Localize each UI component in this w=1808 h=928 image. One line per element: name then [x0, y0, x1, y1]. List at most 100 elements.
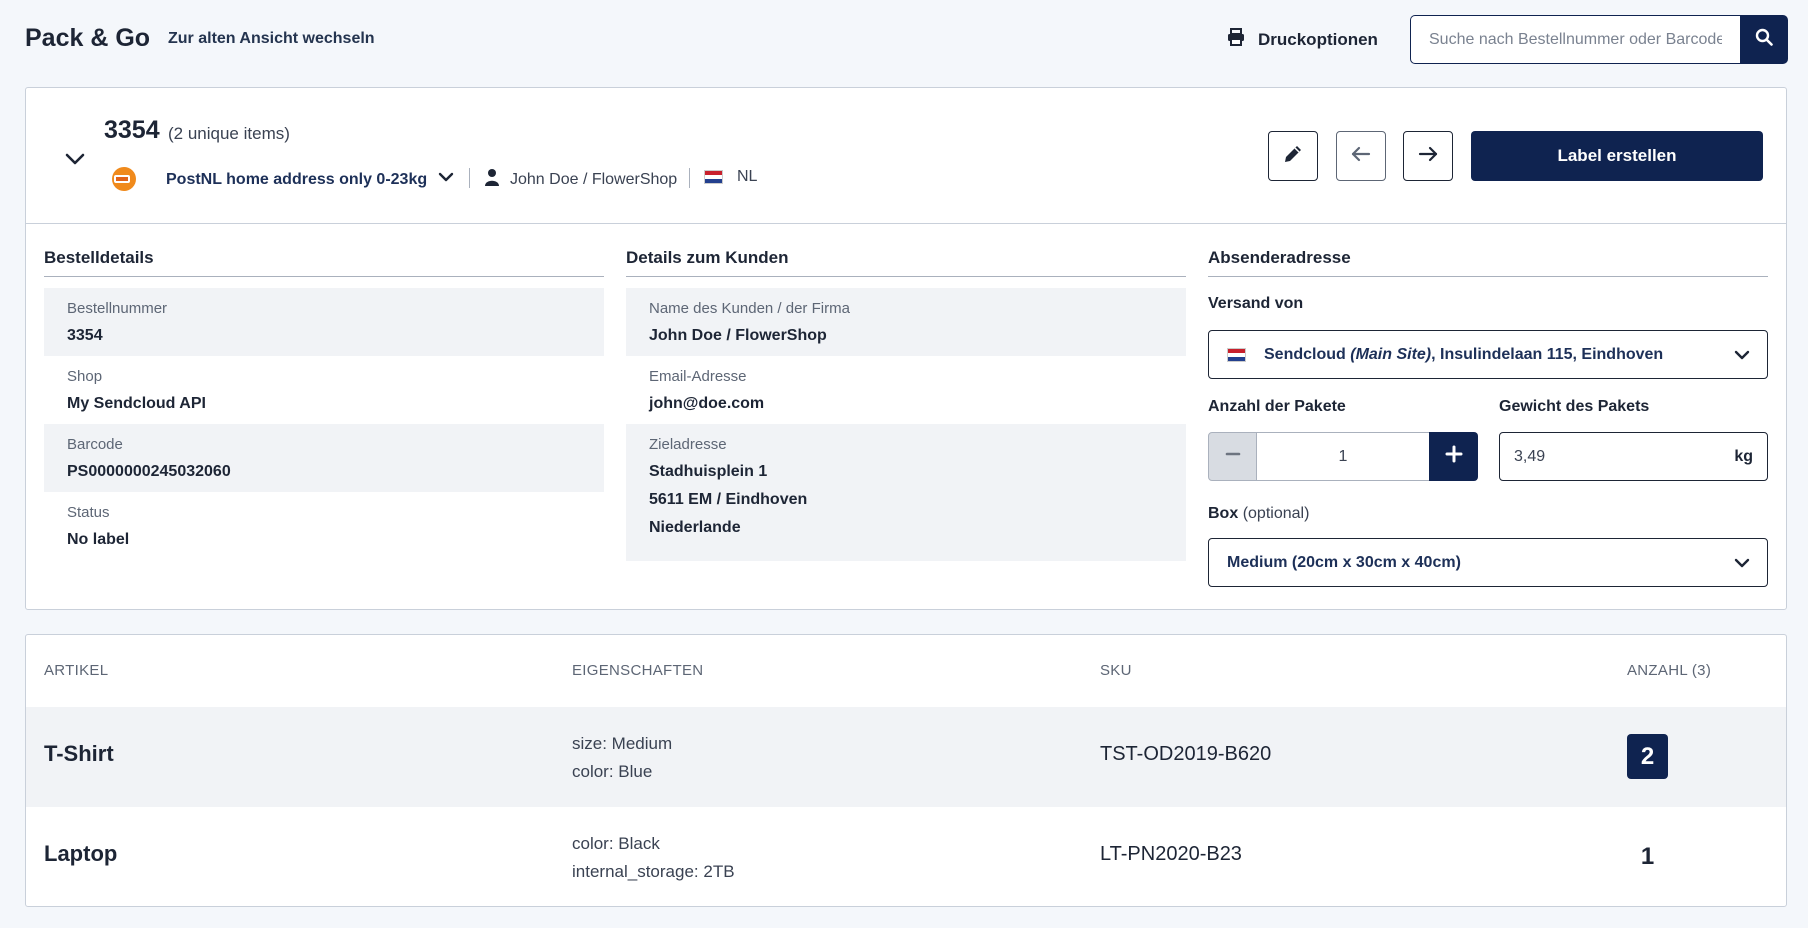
- chevron-down-icon: [437, 168, 455, 191]
- edit-button[interactable]: [1268, 131, 1318, 181]
- column-header-sku: SKU: [1100, 662, 1132, 679]
- decrement-button[interactable]: [1208, 432, 1257, 481]
- chevron-down-icon: [1733, 554, 1751, 577]
- search-button[interactable]: [1740, 15, 1788, 64]
- shipping-method-dropdown[interactable]: PostNL home address only 0-23kg: [166, 168, 455, 191]
- box-select[interactable]: Medium (20cm x 30cm x 40cm): [1208, 538, 1768, 587]
- weight-input[interactable]: 3,49 kg: [1499, 432, 1768, 481]
- create-label-button[interactable]: Label erstellen: [1471, 131, 1763, 181]
- detail-row-email: Email-Adresse john@doe.com: [626, 356, 1186, 424]
- pencil-icon: [1282, 143, 1304, 170]
- column-header-quantity: ANZAHL (3): [1627, 662, 1712, 679]
- detail-value: john@doe.com: [649, 395, 765, 412]
- detail-value: 3354: [67, 327, 103, 344]
- chevron-down-icon: [1733, 346, 1751, 369]
- previous-order-button[interactable]: [1336, 131, 1386, 181]
- customer-details-title: Details zum Kunden: [626, 248, 1186, 277]
- detail-label: Zieladresse: [649, 436, 727, 453]
- detail-row-address: Zieladresse Stadhuisplein 1 5611 EM / Ei…: [626, 424, 1186, 561]
- item-property: size: Medium: [572, 734, 673, 753]
- ship-from-address: , Insulindelaan 115, Eindhoven: [1431, 345, 1664, 363]
- divider: [689, 168, 690, 188]
- nl-flag-icon: [704, 170, 723, 184]
- country-code: NL: [737, 168, 758, 185]
- item-properties: size: Medium color: Blue: [572, 730, 672, 786]
- item-quantity-badge: 2: [1627, 734, 1668, 779]
- ship-from-site: (Main Site): [1350, 345, 1432, 363]
- arrow-right-icon: [1417, 143, 1439, 170]
- order-number: 3354: [104, 116, 160, 144]
- sender-section: Absenderadresse Versand von Sendcloud (M…: [1208, 248, 1768, 608]
- item-property: color: Black: [572, 834, 660, 853]
- postnl-logo: [110, 165, 138, 193]
- search-bar: [1410, 15, 1788, 64]
- item-property: color: Blue: [572, 762, 653, 781]
- item-name: T-Shirt: [44, 741, 114, 766]
- user-icon: [484, 168, 500, 191]
- detail-label: Email-Adresse: [649, 368, 747, 385]
- customer-details-section: Details zum Kunden Name des Kunden / der…: [626, 248, 1186, 561]
- packages-stepper: 1: [1208, 432, 1478, 481]
- plus-icon: [1445, 445, 1463, 468]
- top-bar: Pack & Go Zur alten Ansicht wechseln Dru…: [0, 0, 1808, 80]
- detail-row-barcode: Barcode PS0000000245032060: [44, 424, 604, 492]
- item-quantity: 1: [1640, 842, 1655, 870]
- ship-from-company: Sendcloud: [1264, 345, 1346, 363]
- column-header-properties: EIGENSCHAFTEN: [572, 662, 704, 679]
- detail-row-customer-name: Name des Kunden / der Firma John Doe / F…: [626, 288, 1186, 356]
- shipping-method-label: PostNL home address only 0-23kg: [166, 170, 428, 188]
- order-details-title: Bestelldetails: [44, 248, 604, 277]
- old-view-link[interactable]: Zur alten Ansicht wechseln: [168, 30, 375, 48]
- item-sku: TST-OD2019-B620: [1100, 743, 1272, 765]
- ship-from-label: Versand von: [1208, 295, 1304, 312]
- arrow-left-icon: [1350, 143, 1372, 170]
- detail-row-shop: Shop My Sendcloud API: [44, 356, 604, 424]
- search-icon: [1755, 28, 1773, 51]
- collapse-chevron-icon[interactable]: [62, 146, 88, 172]
- divider: [469, 168, 470, 188]
- print-options-button[interactable]: Druckoptionen: [1226, 27, 1378, 52]
- table-row: Laptop color: Black internal_storage: 2T…: [26, 807, 1786, 906]
- item-property: internal_storage: 2TB: [572, 862, 735, 881]
- detail-value: John Doe / FlowerShop: [649, 327, 827, 344]
- ship-from-select[interactable]: Sendcloud (Main Site), Insulindelaan 115…: [1208, 330, 1768, 379]
- address-line: 5611 EM / Eindhoven: [649, 491, 808, 508]
- packages-count[interactable]: 1: [1257, 432, 1429, 481]
- item-properties: color: Black internal_storage: 2TB: [572, 830, 735, 886]
- order-card: 3354 (2 unique items) PostNL home addres…: [25, 87, 1787, 610]
- address-line: Niederlande: [649, 519, 741, 536]
- detail-value: PS0000000245032060: [67, 463, 231, 480]
- box-label: Box (optional): [1208, 505, 1309, 523]
- order-header: 3354 (2 unique items) PostNL home addres…: [26, 88, 1786, 224]
- nl-flag-icon: [1227, 347, 1246, 362]
- country-inline: NL: [704, 168, 757, 186]
- table-row: T-Shirt size: Medium color: Blue TST-OD2…: [26, 707, 1786, 807]
- printer-icon: [1226, 27, 1246, 52]
- weight-value: 3,49: [1514, 447, 1546, 465]
- print-options-label: Druckoptionen: [1258, 29, 1378, 49]
- weight-unit: kg: [1734, 447, 1753, 465]
- weight-label: Gewicht des Pakets: [1499, 398, 1650, 415]
- increment-button[interactable]: [1429, 432, 1478, 481]
- address-line: Stadhuisplein 1: [649, 463, 768, 480]
- next-order-button[interactable]: [1403, 131, 1453, 181]
- box-optional-text: (optional): [1242, 505, 1310, 522]
- search-input[interactable]: [1410, 15, 1740, 64]
- items-table: ARTIKEL EIGENSCHAFTEN SKU ANZAHL (3) T-S…: [25, 634, 1787, 907]
- detail-label: Name des Kunden / der Firma: [649, 300, 850, 317]
- detail-value: My Sendcloud API: [67, 395, 206, 412]
- box-label-text: Box: [1208, 505, 1239, 522]
- app-title: Pack & Go: [25, 24, 151, 52]
- minus-icon: [1225, 446, 1241, 467]
- detail-value: No label: [67, 531, 130, 548]
- detail-label: Shop: [67, 368, 103, 385]
- detail-row-order-number: Bestellnummer 3354: [44, 288, 604, 356]
- unique-items-count: (2 unique items): [168, 124, 290, 143]
- order-details-section: Bestelldetails Bestellnummer 3354 Shop M…: [44, 248, 604, 560]
- detail-label: Barcode: [67, 436, 123, 453]
- sender-title: Absenderadresse: [1208, 248, 1768, 277]
- customer-inline-name: John Doe / FlowerShop: [510, 170, 678, 188]
- item-name: Laptop: [44, 841, 118, 866]
- detail-row-status: Status No label: [44, 492, 604, 560]
- column-header-article: ARTIKEL: [44, 662, 109, 679]
